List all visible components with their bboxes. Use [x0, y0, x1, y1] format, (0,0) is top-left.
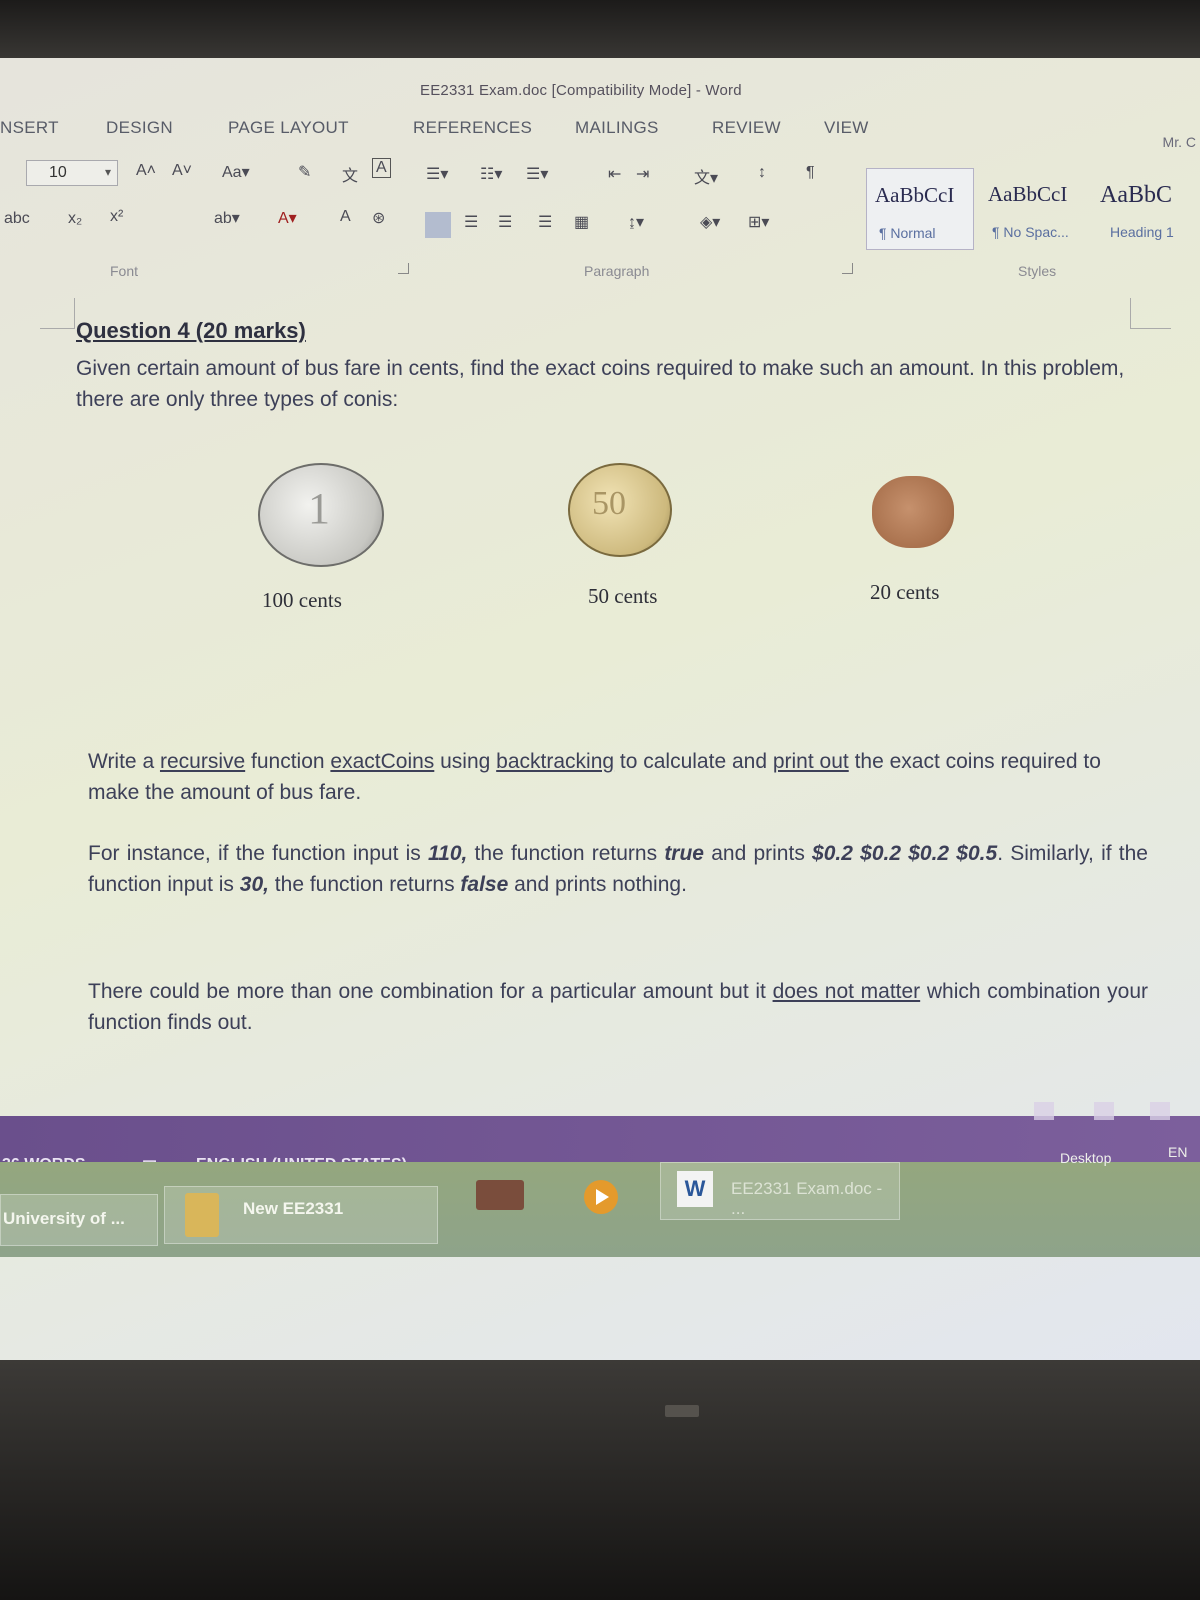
style-heading-1[interactable]: AaBbC Heading 1	[1092, 168, 1200, 250]
strikethrough-icon[interactable]: abc	[4, 210, 30, 228]
app-icon[interactable]	[476, 1180, 524, 1210]
style-sample: AaBbCcI	[988, 182, 1068, 206]
word-window: EE2331 Exam.doc [Compatibility Mode] - W…	[0, 58, 1200, 1418]
coin-50-image: 50	[568, 463, 672, 557]
question-title: Question 4 (20 marks)	[76, 318, 306, 343]
distributed-icon[interactable]: ▦	[574, 212, 589, 232]
taskbar-item-browser[interactable]: University of ...	[0, 1194, 158, 1246]
tab-design[interactable]: DESIGN	[106, 118, 173, 138]
highlight-color-icon[interactable]: ab▾	[214, 208, 240, 228]
taskbar-item-label: EE2331 Exam.doc - ...	[731, 1179, 883, 1218]
tab-insert[interactable]: NSERT	[0, 118, 59, 138]
paragraph-task: Write a recursive function exactCoins us…	[88, 750, 1101, 804]
clear-formatting-icon[interactable]: ✎	[298, 162, 311, 182]
font-color-icon[interactable]: A▾	[278, 208, 297, 228]
font-dialog-launcher-icon[interactable]	[398, 263, 409, 274]
question-intro: Given certain amount of bus fare in cent…	[76, 357, 1125, 411]
window-title: EE2331 Exam.doc [Compatibility Mode] - W…	[420, 82, 742, 99]
style-normal[interactable]: AaBbCcI ¶ Normal	[866, 168, 974, 250]
font-size-select[interactable]: 10 ▾	[26, 160, 118, 186]
read-mode-icon[interactable]	[1034, 1102, 1054, 1120]
taskbar-item-word[interactable]: W EE2331 Exam.doc - ...	[660, 1162, 900, 1220]
coin-face: 1	[308, 484, 330, 533]
align-right-icon[interactable]: ☰	[498, 212, 512, 232]
tab-review[interactable]: REVIEW	[712, 118, 781, 138]
multilevel-list-icon[interactable]: ☰▾	[526, 164, 548, 184]
sort-icon[interactable]: ↕	[758, 164, 766, 182]
grow-font-icon[interactable]: A˄	[136, 162, 156, 180]
coin-face: 50	[592, 485, 626, 522]
group-label-styles: Styles	[1018, 263, 1057, 279]
monitor-bezel-top	[0, 0, 1200, 62]
show-marks-icon[interactable]: ¶	[806, 164, 815, 182]
character-border-icon[interactable]: A	[372, 158, 391, 178]
monitor-logo	[665, 1405, 699, 1417]
paragraph-note: There could be more than one combination…	[88, 980, 1148, 1034]
style-sample: AaBbCcI	[875, 183, 955, 207]
align-center-icon[interactable]: ☰	[464, 212, 478, 232]
borders-icon[interactable]: ⊞▾	[748, 212, 769, 232]
paragraph-dialog-launcher-icon[interactable]	[842, 263, 853, 274]
account-name[interactable]: Mr. C	[1163, 134, 1196, 150]
taskbar-item-label: University of ...	[3, 1209, 125, 1228]
monitor-bezel-bottom	[0, 1360, 1200, 1600]
taskbar-item-label: New EE2331	[243, 1199, 344, 1218]
tab-page-layout[interactable]: PAGE LAYOUT	[228, 118, 349, 138]
print-layout-icon[interactable]	[1094, 1102, 1114, 1120]
shrink-font-icon[interactable]: A˅	[172, 162, 192, 180]
enclose-characters-icon[interactable]: ⊛	[372, 208, 385, 228]
coin-label-100: 100 cents	[262, 588, 342, 612]
justify-icon[interactable]: ☰	[538, 212, 552, 232]
style-name: ¶ Normal	[879, 225, 936, 241]
status-bar	[0, 1116, 1200, 1162]
line-spacing-icon[interactable]: ↨▾	[628, 212, 644, 232]
coin-100-image: 1	[258, 463, 384, 567]
align-left-icon[interactable]	[425, 212, 451, 238]
decrease-indent-icon[interactable]: ⇤	[608, 164, 621, 184]
coin-label-20: 20 cents	[870, 580, 940, 604]
desktop-toolbar[interactable]: Desktop	[1060, 1150, 1111, 1166]
font-size-value: 10	[49, 164, 67, 181]
tab-mailings[interactable]: MAILINGS	[575, 118, 659, 138]
coin-20-image	[872, 476, 954, 548]
group-label-paragraph: Paragraph	[584, 263, 650, 279]
word-icon: W	[677, 1171, 713, 1207]
margin-mark-left	[40, 298, 75, 329]
web-layout-icon[interactable]	[1150, 1102, 1170, 1120]
media-player-icon[interactable]	[584, 1180, 618, 1214]
coin-label-50: 50 cents	[588, 584, 658, 608]
change-case-icon[interactable]: Aa▾	[222, 162, 250, 182]
character-shading-icon[interactable]: A	[340, 208, 351, 226]
group-label-font: Font	[110, 263, 139, 279]
style-no-spacing[interactable]: AaBbCcI ¶ No Spac...	[980, 168, 1088, 250]
tab-view[interactable]: VIEW	[824, 118, 869, 138]
subscript-icon[interactable]: x₂	[68, 210, 82, 228]
superscript-icon[interactable]: x²	[110, 208, 123, 226]
shading-icon[interactable]: ◈▾	[700, 212, 720, 232]
taskbar-item-folder[interactable]: New EE2331	[164, 1186, 438, 1244]
style-name: Heading 1	[1110, 224, 1174, 240]
phonetic-guide-icon[interactable]: 文	[342, 162, 358, 186]
numbering-icon[interactable]: ☷▾	[480, 164, 502, 184]
folder-icon	[185, 1193, 219, 1237]
input-language[interactable]: EN	[1168, 1144, 1187, 1160]
chevron-down-icon: ▾	[104, 165, 111, 179]
style-name: ¶ No Spac...	[992, 224, 1069, 240]
paragraph-example: For instance, if the function input is 1…	[88, 842, 1148, 896]
margin-mark-right	[1130, 298, 1171, 329]
asian-layout-icon[interactable]: 文▾	[694, 164, 718, 188]
bullets-icon[interactable]: ☰▾	[426, 164, 448, 184]
style-sample: AaBbC	[1100, 182, 1172, 208]
increase-indent-icon[interactable]: ⇥	[636, 164, 649, 184]
tab-references[interactable]: REFERENCES	[413, 118, 532, 138]
